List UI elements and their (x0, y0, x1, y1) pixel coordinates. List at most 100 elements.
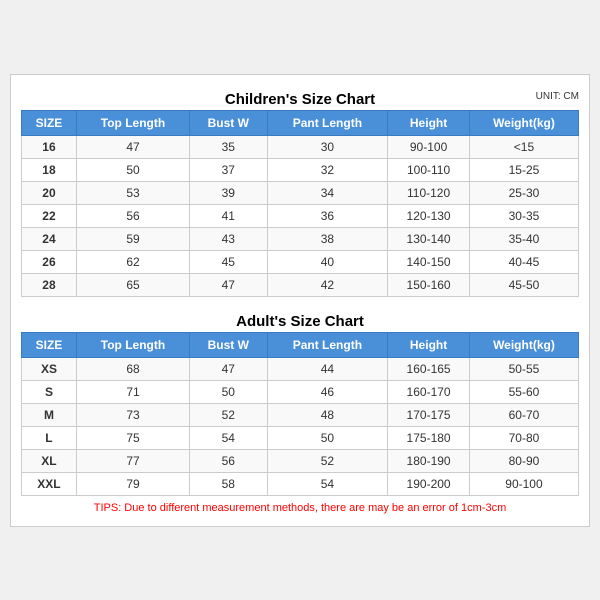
children-header-row: SIZE Top Length Bust W Pant Length Heigh… (22, 110, 579, 135)
table-cell: 150-160 (388, 273, 470, 296)
table-cell: 45 (190, 250, 268, 273)
children-col-bust-w: Bust W (190, 110, 268, 135)
table-row: XS684744160-16550-55 (22, 357, 579, 380)
table-cell: 39 (190, 181, 268, 204)
children-col-weight: Weight(kg) (469, 110, 578, 135)
table-cell: 40 (267, 250, 388, 273)
table-cell: 50 (267, 426, 388, 449)
table-cell: XL (22, 449, 77, 472)
table-cell: 35 (190, 135, 268, 158)
table-cell: 16 (22, 135, 77, 158)
adults-table: SIZE Top Length Bust W Pant Length Heigh… (21, 332, 579, 496)
table-cell: 90-100 (469, 472, 578, 495)
table-row: M735248170-17560-70 (22, 403, 579, 426)
table-cell: 70-80 (469, 426, 578, 449)
table-row: 26624540140-15040-45 (22, 250, 579, 273)
table-cell: 20 (22, 181, 77, 204)
table-cell: 24 (22, 227, 77, 250)
table-cell: 44 (267, 357, 388, 380)
table-cell: 140-150 (388, 250, 470, 273)
table-cell: 41 (190, 204, 268, 227)
table-cell: M (22, 403, 77, 426)
table-cell: 175-180 (388, 426, 470, 449)
table-cell: 170-175 (388, 403, 470, 426)
table-cell: 42 (267, 273, 388, 296)
adults-title: Adult's Size Chart (21, 307, 579, 332)
table-row: XXL795854190-20090-100 (22, 472, 579, 495)
table-cell: 68 (76, 357, 189, 380)
adults-col-weight: Weight(kg) (469, 332, 578, 357)
adults-title-text: Adult's Size Chart (236, 313, 364, 330)
table-cell: 62 (76, 250, 189, 273)
table-cell: 22 (22, 204, 77, 227)
table-cell: 75 (76, 426, 189, 449)
table-cell: 50 (76, 158, 189, 181)
table-cell: 110-120 (388, 181, 470, 204)
adults-col-bust-w: Bust W (190, 332, 268, 357)
table-cell: 30-35 (469, 204, 578, 227)
table-row: 18503732100-11015-25 (22, 158, 579, 181)
table-cell: 47 (190, 273, 268, 296)
children-col-size: SIZE (22, 110, 77, 135)
table-row: 28654742150-16045-50 (22, 273, 579, 296)
table-cell: 160-165 (388, 357, 470, 380)
table-cell: 56 (76, 204, 189, 227)
table-cell: 180-190 (388, 449, 470, 472)
table-cell: 15-25 (469, 158, 578, 181)
tips-text: TIPS: Due to different measurement metho… (21, 496, 579, 516)
table-cell: 18 (22, 158, 77, 181)
table-cell: 55-60 (469, 380, 578, 403)
table-cell: XS (22, 357, 77, 380)
table-row: 20533934110-12025-30 (22, 181, 579, 204)
table-cell: 120-130 (388, 204, 470, 227)
table-cell: 28 (22, 273, 77, 296)
table-cell: 26 (22, 250, 77, 273)
table-cell: 46 (267, 380, 388, 403)
table-cell: 36 (267, 204, 388, 227)
table-cell: 71 (76, 380, 189, 403)
children-col-pant-length: Pant Length (267, 110, 388, 135)
table-cell: 58 (190, 472, 268, 495)
table-cell: 160-170 (388, 380, 470, 403)
table-cell: 54 (190, 426, 268, 449)
table-row: S715046160-17055-60 (22, 380, 579, 403)
adults-header-row: SIZE Top Length Bust W Pant Length Heigh… (22, 332, 579, 357)
table-cell: 32 (267, 158, 388, 181)
table-cell: 34 (267, 181, 388, 204)
table-cell: 37 (190, 158, 268, 181)
table-cell: 59 (76, 227, 189, 250)
table-cell: 30 (267, 135, 388, 158)
table-cell: 130-140 (388, 227, 470, 250)
table-cell: 53 (76, 181, 189, 204)
table-cell: 50 (190, 380, 268, 403)
table-cell: 60-70 (469, 403, 578, 426)
children-table: SIZE Top Length Bust W Pant Length Heigh… (21, 110, 579, 297)
table-row: L755450175-18070-80 (22, 426, 579, 449)
table-row: 22564136120-13030-35 (22, 204, 579, 227)
adults-col-size: SIZE (22, 332, 77, 357)
table-cell: 52 (267, 449, 388, 472)
table-cell: 65 (76, 273, 189, 296)
table-cell: 90-100 (388, 135, 470, 158)
table-cell: 38 (267, 227, 388, 250)
table-row: 24594338130-14035-40 (22, 227, 579, 250)
table-cell: 35-40 (469, 227, 578, 250)
table-cell: 100-110 (388, 158, 470, 181)
table-cell: 73 (76, 403, 189, 426)
table-cell: 47 (76, 135, 189, 158)
adults-col-top-length: Top Length (76, 332, 189, 357)
table-cell: 77 (76, 449, 189, 472)
children-title-text: Children's Size Chart (225, 91, 375, 108)
table-cell: 79 (76, 472, 189, 495)
table-cell: L (22, 426, 77, 449)
table-cell: 56 (190, 449, 268, 472)
table-cell: 43 (190, 227, 268, 250)
adults-col-height: Height (388, 332, 470, 357)
table-cell: 47 (190, 357, 268, 380)
table-cell: 52 (190, 403, 268, 426)
unit-label: UNIT: CM (536, 91, 579, 102)
adults-col-pant-length: Pant Length (267, 332, 388, 357)
table-cell: 45-50 (469, 273, 578, 296)
table-cell: 80-90 (469, 449, 578, 472)
chart-container: Children's Size Chart UNIT: CM SIZE Top … (10, 74, 590, 527)
